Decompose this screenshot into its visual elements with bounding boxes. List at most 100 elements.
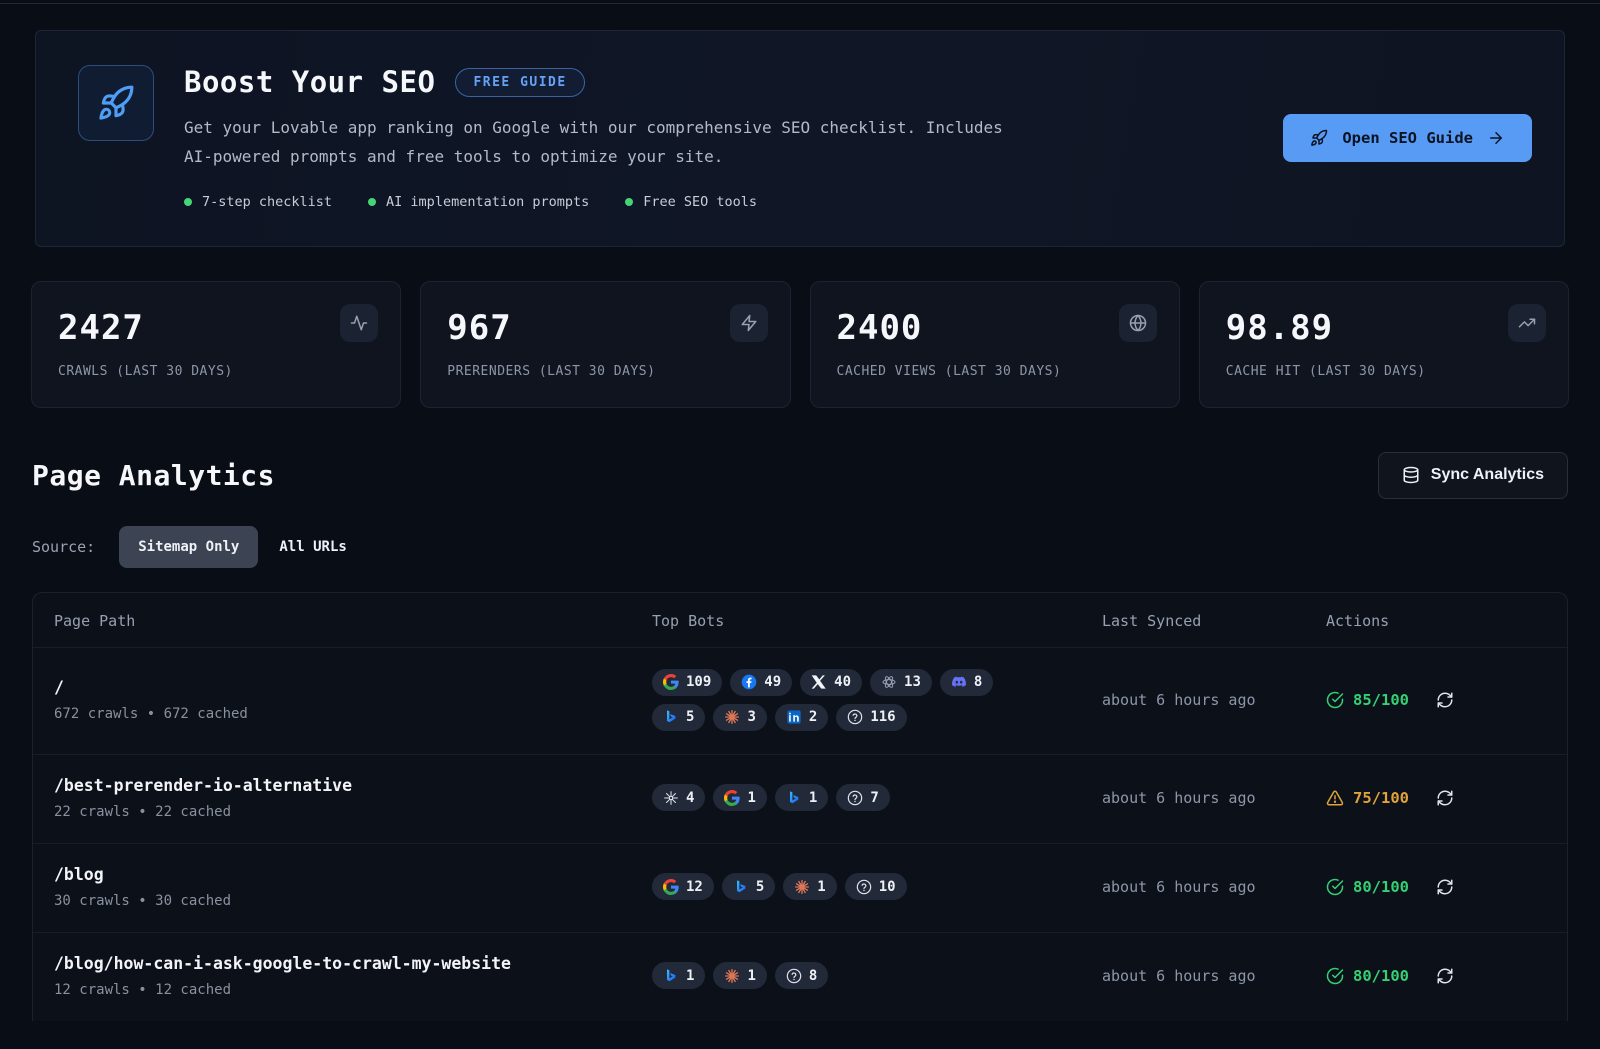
rocket-icon-tile (78, 65, 154, 141)
bot-badge-x: 40 (800, 669, 862, 696)
banner-description: Get your Lovable app ranking on Google w… (184, 114, 1029, 172)
banner-title: Boost Your SEO (184, 65, 435, 99)
source-option-all-urls[interactable]: All URLs (260, 526, 365, 568)
crawl-meta: 672 crawls • 672 cached (54, 706, 652, 722)
crawl-meta: 30 crawls • 30 cached (54, 893, 652, 909)
table-row: /best-prerender-io-alternative 22 crawls… (33, 754, 1567, 843)
banner-feature: Free SEO tools (625, 194, 757, 210)
bot-badge-google: 109 (652, 669, 722, 696)
refresh-icon (1436, 691, 1454, 709)
stat-card: 98.89 CACHE HIT (LAST 30 DAYS) (1199, 281, 1569, 408)
top-bots-cell: 109 49 40 13 8 53 2 116 (652, 669, 1102, 731)
source-options: Sitemap OnlyAll URLs (119, 526, 366, 568)
open-seo-guide-button[interactable]: Open SEO Guide (1283, 114, 1532, 162)
last-synced: about 6 hours ago (1102, 789, 1326, 807)
bot-count: 7 (870, 790, 878, 806)
table-row: /blog/how-can-i-ask-google-to-crawl-my-w… (33, 932, 1567, 1021)
stat-icon-tile (730, 304, 768, 342)
stat-value: 98.89 (1226, 308, 1542, 348)
bot-count: 49 (764, 674, 781, 690)
source-filter: Source: Sitemap OnlyAll URLs (32, 526, 1568, 568)
refresh-icon (1436, 789, 1454, 807)
seo-score: 80/100 (1326, 878, 1409, 896)
actions-cell: 80/100 (1326, 967, 1567, 985)
openai-bot-icon (881, 674, 897, 690)
bot-count: 10 (879, 879, 896, 895)
stat-label: PRERENDERS (LAST 30 DAYS) (447, 364, 763, 379)
recache-button[interactable] (1436, 789, 1454, 807)
bot-count: 109 (686, 674, 711, 690)
bot-badge-claude: 1 (713, 962, 766, 989)
source-label: Source: (32, 538, 95, 556)
bot-badge-ai-star: 4 (652, 784, 705, 811)
google-bot-icon (663, 879, 679, 895)
claude-bot-icon (724, 709, 740, 725)
top-bots-cell: 11 8 (652, 962, 1102, 989)
seo-score: 80/100 (1326, 967, 1409, 985)
activity-icon (350, 314, 368, 332)
bot-badge-unknown: 7 (836, 784, 889, 811)
last-synced: about 6 hours ago (1102, 878, 1326, 896)
unknown-bot-icon (847, 790, 863, 806)
recache-button[interactable] (1436, 691, 1454, 709)
bot-count: 1 (747, 790, 755, 806)
bot-count: 2 (809, 709, 817, 725)
bot-badge-discord: 8 (940, 669, 993, 696)
stat-value: 2427 (58, 308, 374, 348)
bing-bot-icon (733, 879, 749, 895)
check-circle-icon (1326, 967, 1344, 985)
crawl-meta: 12 crawls • 12 cached (54, 982, 652, 998)
page-path-cell: /blog/how-can-i-ask-google-to-crawl-my-w… (54, 954, 652, 998)
top-bots-cell: 4 1 1 7 (652, 784, 1102, 811)
banner-feature-list: 7-step checklist AI implementation promp… (184, 194, 1520, 210)
green-dot-icon (625, 198, 633, 206)
google-bot-icon (724, 790, 740, 806)
table-header: Page PathTop BotsLast SyncedActions (33, 593, 1567, 647)
bot-count: 1 (809, 790, 817, 806)
bot-badge-bing: 1 (775, 784, 828, 811)
stat-icon-tile (1119, 304, 1157, 342)
seo-score: 85/100 (1326, 691, 1409, 709)
open-seo-guide-label: Open SEO Guide (1342, 129, 1473, 147)
stat-icon-tile (340, 304, 378, 342)
bot-badge-bing: 5 (722, 873, 775, 900)
seo-score-value: 85/100 (1353, 691, 1409, 709)
bing-bot-icon (786, 790, 802, 806)
page-analytics-table: Page PathTop BotsLast SyncedActions / 67… (32, 592, 1568, 1021)
recache-button[interactable] (1436, 878, 1454, 896)
page-path: / (54, 678, 652, 697)
page-path: /blog/how-can-i-ask-google-to-crawl-my-w… (54, 954, 652, 973)
arrow-right-icon (1487, 129, 1505, 147)
bot-badge-google: 12 (652, 873, 714, 900)
last-synced: about 6 hours ago (1102, 691, 1326, 709)
column-header: Last Synced (1102, 612, 1326, 630)
banner-feature-label: 7-step checklist (202, 194, 332, 210)
bot-badge-linkedin: 2 (775, 704, 828, 731)
refresh-icon (1436, 967, 1454, 985)
zap-icon (740, 314, 758, 332)
bot-count: 8 (809, 968, 817, 984)
bot-count: 8 (974, 674, 982, 690)
recache-button[interactable] (1436, 967, 1454, 985)
stat-value: 967 (447, 308, 763, 348)
banner-feature: AI implementation prompts (368, 194, 589, 210)
sync-analytics-button[interactable]: Sync Analytics (1378, 452, 1568, 499)
stat-card: 2427 CRAWLS (LAST 30 DAYS) (31, 281, 401, 408)
top-divider (0, 3, 1600, 4)
bing-bot-icon (663, 968, 679, 984)
unknown-bot-icon (847, 709, 863, 725)
page-path-cell: / 672 crawls • 672 cached (54, 678, 652, 722)
bot-badge-unknown: 8 (775, 962, 828, 989)
bot-count: 3 (747, 709, 755, 725)
table-body: / 672 crawls • 672 cached 109 49 40 1 3 8… (33, 647, 1567, 1021)
actions-cell: 75/100 (1326, 789, 1567, 807)
top-bots-cell: 12 51 10 (652, 873, 1102, 900)
bot-count: 1 (747, 968, 755, 984)
bot-badge-bing: 5 (652, 704, 705, 731)
source-option-sitemap-only[interactable]: Sitemap Only (119, 526, 258, 568)
x-bot-icon (811, 674, 827, 690)
check-circle-icon (1326, 878, 1344, 896)
column-header: Page Path (54, 612, 652, 630)
page-title: Page Analytics (32, 459, 275, 492)
unknown-bot-icon (856, 879, 872, 895)
